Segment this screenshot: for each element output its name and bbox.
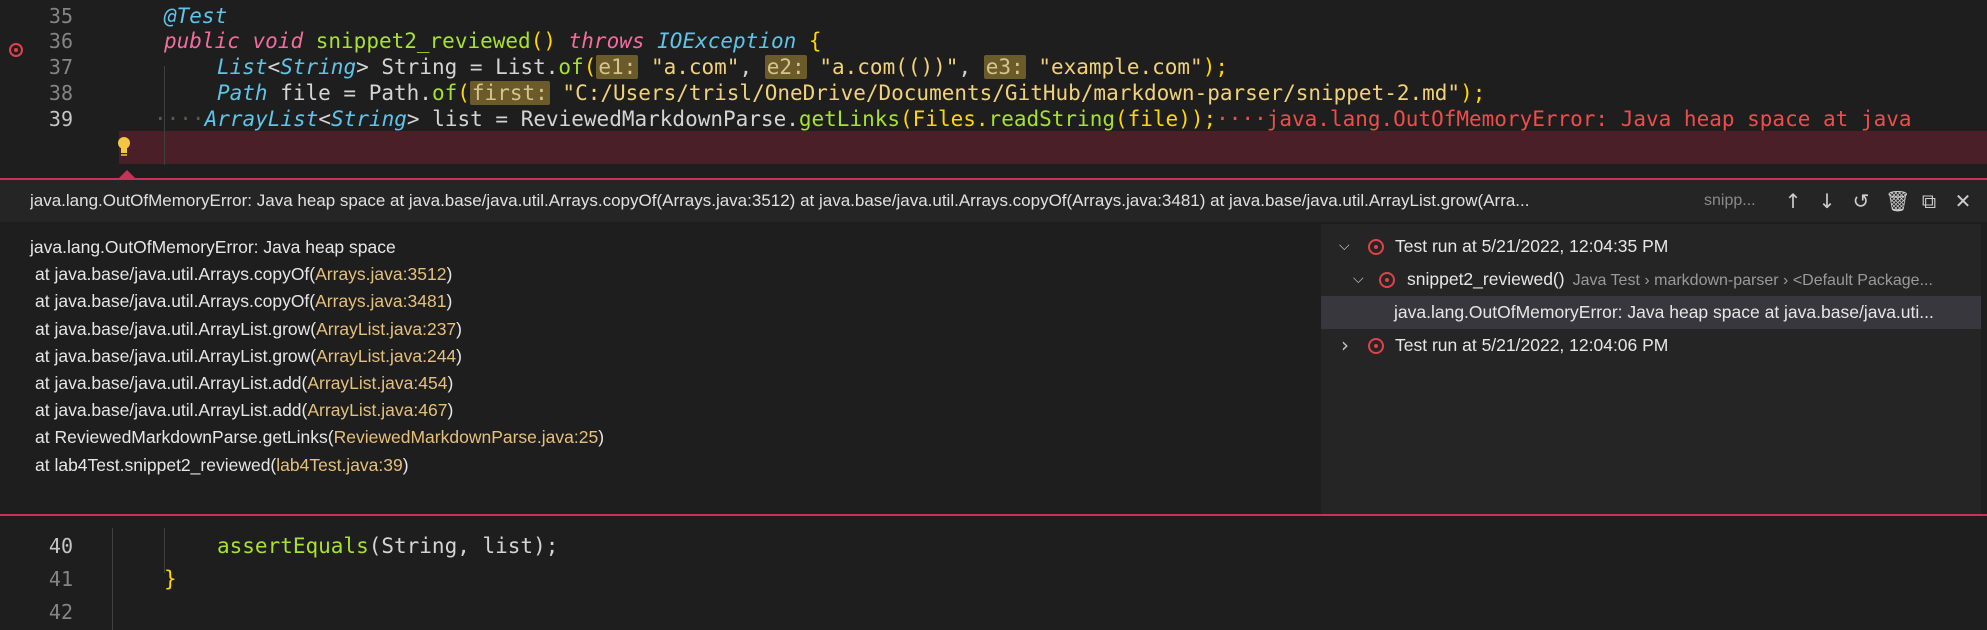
source-link[interactable]: ArrayList.java:244 (316, 346, 456, 366)
source-link[interactable]: Arrays.java:3512 (315, 264, 446, 284)
stack-frame: at ReviewedMarkdownParse.getLinks(Review… (35, 427, 605, 448)
code-line-42: 42 (0, 596, 1987, 629)
peek-title: java.lang.OutOfMemoryError: Java heap sp… (30, 191, 1530, 210)
stack-trace: java.lang.OutOfMemoryError: Java heap sp… (30, 234, 604, 479)
failed-status-icon (1379, 272, 1395, 288)
stack-frame: at lab4Test.snippet2_reviewed(lab4Test.j… (35, 454, 409, 475)
tree-item-test[interactable]: ⌵ snippet2_reviewed() Java Test › markdow… (1321, 263, 1981, 296)
source-link[interactable]: ArrayList.java:454 (307, 373, 447, 393)
code-line-39-text: 39 ····ArrayList<String> list = Reviewed… (0, 103, 1987, 136)
test-results-tree: ⌵ Test run at 5/21/2022, 12:04:35 PM ⌵ s… (1321, 224, 1981, 514)
peek-header: java.lang.OutOfMemoryError: Java heap sp… (0, 180, 1987, 222)
tree-item-description: Java Test › markdown-parser › <Default P… (1572, 272, 1933, 289)
tree-item-label: java.lang.OutOfMemoryError: Java heap sp… (1394, 302, 1934, 322)
inlay-hint: e3: (983, 55, 1026, 79)
tree-item-label: Test run at 5/21/2022, 12:04:35 PM (1395, 236, 1669, 256)
test-failure-peek: java.lang.OutOfMemoryError: Java heap sp… (0, 178, 1987, 516)
code-line-40: 40 assertEquals(String, list); (0, 530, 1987, 563)
failed-status-icon (1368, 239, 1384, 255)
line-number: 40 (48, 534, 73, 558)
close-icon[interactable]: ✕ (1953, 189, 1973, 213)
code-text[interactable]: ····ArrayList<String> list = ReviewedMar… (154, 103, 1912, 136)
stack-frame: at java.base/java.util.ArrayList.grow(Ar… (35, 345, 462, 366)
chevron-right-icon[interactable]: › (1341, 329, 1349, 362)
trash-icon[interactable]: 🗑 (1885, 189, 1910, 213)
stack-frame: at java.base/java.util.Arrays.copyOf(Arr… (35, 264, 453, 285)
source-link[interactable]: ReviewedMarkdownParse.java:25 (334, 427, 599, 447)
tree-item-message[interactable]: java.lang.OutOfMemoryError: Java heap sp… (1321, 296, 1981, 329)
code-line-41: 41 } (0, 563, 1987, 596)
source-link[interactable]: lab4Test.java:39 (276, 455, 402, 475)
tree-item-label: Test run at 5/21/2022, 12:04:06 PM (1395, 335, 1669, 355)
error-message: java.lang.OutOfMemoryError: Java heap sp… (30, 237, 396, 257)
inlay-hint: first: (469, 81, 550, 105)
arrow-up-icon[interactable]: ↑ (1783, 189, 1803, 213)
chevron-down-icon[interactable]: ⌵ (1353, 263, 1364, 296)
inline-error-message: ····java.lang.OutOfMemoryError: Java hea… (1216, 107, 1912, 131)
inlay-hint: e2: (764, 55, 807, 79)
history-icon[interactable]: ↺ (1851, 189, 1871, 213)
peek-actions: ↑ ↓ ↺ 🗑 ⧉ ✕ (1783, 180, 1973, 222)
arrow-down-icon[interactable]: ↓ (1817, 189, 1837, 213)
source-link[interactable]: ArrayList.java:467 (307, 400, 447, 420)
source-link[interactable]: Arrays.java:3481 (315, 291, 446, 311)
code-text[interactable]: assertEquals(String, list); (217, 530, 558, 563)
line-number: 42 (48, 600, 73, 624)
inlay-hint: e1: (596, 55, 639, 79)
stack-frame: at java.base/java.util.ArrayList.grow(Ar… (35, 318, 462, 339)
failed-status-icon (1368, 338, 1384, 354)
open-in-editor-icon[interactable]: ⧉ (1919, 189, 1939, 213)
stack-frame: at java.base/java.util.ArrayList.add(Arr… (35, 373, 454, 394)
line-number: 39 (48, 107, 73, 131)
chevron-down-icon[interactable]: ⌵ (1339, 230, 1350, 263)
stack-frame: at java.base/java.util.Arrays.copyOf(Arr… (35, 291, 453, 312)
peek-subtitle: snipp... (1704, 192, 1756, 209)
tree-item-test-run[interactable]: › Test run at 5/21/2022, 12:04:06 PM (1321, 329, 1981, 362)
stack-frame: at java.base/java.util.ArrayList.add(Arr… (35, 400, 454, 421)
tree-item-label: snippet2_reviewed() Java Test › markdown-… (1407, 269, 1933, 289)
line-number: 41 (48, 567, 73, 591)
tree-item-test-run[interactable]: ⌵ Test run at 5/21/2022, 12:04:35 PM (1321, 230, 1981, 263)
source-link[interactable]: ArrayList.java:237 (316, 319, 456, 339)
lightbulb-icon[interactable] (116, 136, 132, 158)
code-text[interactable]: } (164, 563, 177, 596)
